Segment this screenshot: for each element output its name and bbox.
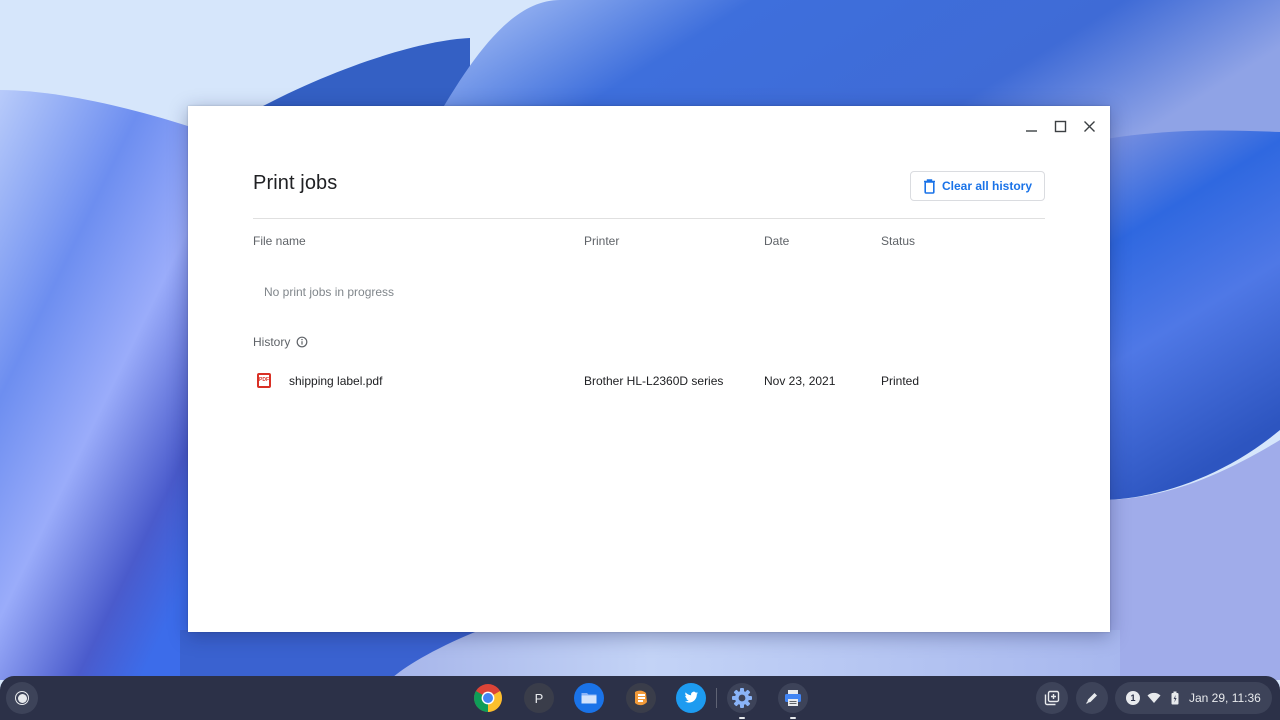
column-header-date: Date — [764, 234, 790, 248]
battery-icon — [1171, 691, 1179, 705]
holding-space-icon — [1044, 690, 1060, 706]
stylus-tools-button[interactable] — [1076, 682, 1108, 714]
trash-icon — [923, 178, 935, 194]
close-button[interactable] — [1075, 112, 1104, 140]
history-row[interactable]: PDF shipping label.pdf Brother HL-L2360D… — [253, 370, 1045, 392]
minimize-icon — [1026, 129, 1037, 132]
print-jobs-window: Print jobs Clear all history File name P… — [188, 106, 1110, 632]
close-icon — [1084, 120, 1095, 132]
shelf-app-p[interactable]: P — [524, 683, 554, 713]
window-controls — [1017, 112, 1104, 140]
history-date: Nov 23, 2021 — [764, 374, 836, 388]
launcher-icon — [15, 691, 29, 705]
holding-space-button[interactable] — [1036, 682, 1068, 714]
history-label: History — [253, 335, 291, 349]
chrome-icon — [474, 684, 502, 712]
clear-all-history-label: Clear all history — [941, 179, 1033, 193]
pdf-file-icon: PDF — [257, 373, 271, 388]
launcher-button[interactable] — [6, 682, 38, 714]
maximize-icon — [1054, 120, 1067, 132]
app-icon — [626, 683, 656, 713]
stylus-icon — [1086, 693, 1097, 704]
running-indicator — [739, 717, 745, 719]
letter-p-icon: P — [534, 690, 544, 706]
history-printer: Brother HL-L2360D series — [584, 374, 724, 388]
running-indicator — [790, 717, 796, 719]
shelf: P 1 Jan 29, 11:36 — [0, 676, 1280, 720]
history-status: Printed — [881, 374, 920, 388]
notification-count-badge: 1 — [1126, 691, 1140, 705]
maximize-button[interactable] — [1046, 112, 1075, 140]
column-header-status: Status — [881, 234, 916, 248]
history-section-heading: History — [253, 335, 308, 349]
info-icon[interactable] — [296, 336, 308, 348]
wifi-icon — [1147, 692, 1161, 703]
shelf-app-unknown[interactable] — [626, 683, 656, 713]
shelf-app-chrome[interactable] — [473, 683, 503, 713]
twitter-icon — [676, 683, 706, 713]
settings-icon — [732, 688, 752, 708]
shelf-separator — [716, 688, 717, 708]
files-icon — [574, 683, 604, 713]
no-jobs-in-progress-message: No print jobs in progress — [264, 285, 395, 299]
minimize-button[interactable] — [1017, 112, 1046, 140]
history-file-name: shipping label.pdf — [289, 374, 383, 388]
header-divider — [253, 218, 1045, 219]
column-header-printer: Printer — [584, 234, 620, 248]
column-header-file-name: File name — [253, 234, 306, 248]
page-title: Print jobs — [253, 172, 338, 194]
printer-icon — [785, 690, 801, 706]
clear-all-history-button[interactable]: Clear all history — [910, 171, 1045, 201]
status-area[interactable]: 1 Jan 29, 11:36 — [1115, 682, 1272, 714]
shelf-app-settings[interactable] — [727, 683, 757, 719]
shelf-app-print-jobs[interactable] — [778, 683, 808, 719]
shelf-app-files[interactable] — [574, 683, 604, 713]
clock: Jan 29, 11:36 — [1189, 691, 1261, 705]
shelf-app-twitter[interactable] — [676, 683, 706, 713]
